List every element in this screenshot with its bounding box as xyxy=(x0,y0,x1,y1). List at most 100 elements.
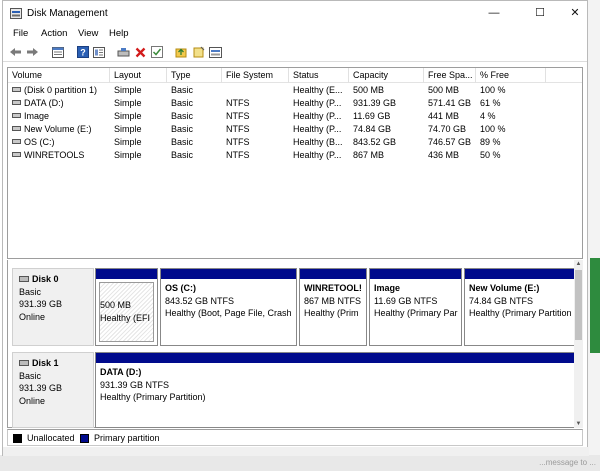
volume-icon xyxy=(12,139,21,144)
column-header-percent-free[interactable]: % Free xyxy=(476,68,546,83)
disk-icon xyxy=(19,360,29,366)
menu-action[interactable]: Action xyxy=(41,28,67,39)
disk-1-label[interactable]: Disk 1 Basic 931.39 GB Online xyxy=(12,352,94,428)
help-icon[interactable]: ? xyxy=(75,45,90,59)
close-button[interactable]: ✕ xyxy=(555,4,595,22)
volume-row[interactable]: Image Simple Basic NTFS Healthy (P... 11… xyxy=(8,110,582,123)
partition-bar xyxy=(300,269,366,279)
volume-row[interactable]: (Disk 0 partition 1) Simple Basic Health… xyxy=(8,84,582,97)
volume-status: Healthy (P... xyxy=(293,150,342,160)
volume-percent-free: 50 % xyxy=(480,150,501,160)
volume-free-space: 436 MB xyxy=(428,150,460,160)
volume-row[interactable]: DATA (D:) Simple Basic NTFS Healthy (P..… xyxy=(8,97,582,110)
disk-0-label[interactable]: Disk 0 Basic 931.39 GB Online xyxy=(12,268,94,346)
volume-status: Healthy (E... xyxy=(293,85,343,95)
volume-row[interactable]: New Volume (E:) Simple Basic NTFS Health… xyxy=(8,123,582,136)
volume-layout: Simple xyxy=(114,124,142,134)
volume-percent-free: 100 % xyxy=(480,124,506,134)
background-taskbar-area: ...message to ... xyxy=(0,455,600,471)
disk-size: 931.39 GB xyxy=(19,383,63,393)
partition-status: Healthy (Boot, Page File, Crash xyxy=(165,308,292,318)
volume-file-system: NTFS xyxy=(226,137,250,147)
status-bar xyxy=(3,447,589,456)
partition-new-volume-e[interactable]: New Volume (E:) 74.84 GB NTFS Healthy (P… xyxy=(464,268,577,346)
volume-file-system xyxy=(222,84,289,97)
volume-free-space: 441 MB xyxy=(428,111,460,121)
background-window xyxy=(588,0,600,471)
volume-capacity: 843.52 GB xyxy=(353,137,397,147)
volume-status: Healthy (P... xyxy=(293,111,342,121)
partition-os-c[interactable]: OS (C:) 843.52 GB NTFS Healthy (Boot, Pa… xyxy=(160,268,297,346)
column-header-type[interactable]: Type xyxy=(167,68,222,83)
disk-status: Online xyxy=(19,395,46,406)
column-header-free-space[interactable]: Free Spa... xyxy=(424,68,476,83)
column-header-capacity[interactable]: Capacity xyxy=(349,68,424,83)
volume-row[interactable]: WINRETOOLS Simple Basic NTFS Healthy (P.… xyxy=(8,149,582,162)
column-header-status[interactable]: Status xyxy=(289,68,349,83)
partition-size: 11.69 GB NTFS xyxy=(374,295,438,306)
menu-file[interactable]: File xyxy=(13,28,28,39)
menu-view[interactable]: View xyxy=(78,28,98,39)
delete-icon[interactable] xyxy=(133,45,148,59)
primary-partition-swatch-icon xyxy=(80,434,89,443)
partition-efi[interactable]: 500 MB Healthy (EFI xyxy=(95,268,158,346)
scroll-down-icon[interactable]: ▼ xyxy=(574,420,583,428)
column-header-volume[interactable]: Volume xyxy=(8,68,110,83)
partition-image[interactable]: Image 11.69 GB NTFS Healthy (Primary Par xyxy=(369,268,462,346)
disk-name: Disk 0 xyxy=(32,274,59,284)
volume-percent-free: 89 % xyxy=(480,137,501,147)
volume-type: Basic xyxy=(171,111,194,121)
volume-free-space: 746.57 GB xyxy=(428,137,472,147)
forward-arrow-icon[interactable] xyxy=(25,45,40,59)
volume-row[interactable]: OS (C:) Simple Basic NTFS Healthy (B... … xyxy=(8,136,582,149)
background-green-panel xyxy=(590,258,600,353)
minimize-button[interactable]: — xyxy=(474,4,514,22)
disk-size: 931.39 GB xyxy=(19,299,63,309)
check-icon[interactable] xyxy=(149,45,164,59)
disk-type: Basic xyxy=(19,286,42,297)
volume-layout: Simple xyxy=(114,150,142,160)
menu-help[interactable]: Help xyxy=(109,28,129,39)
up-folder-icon[interactable] xyxy=(173,45,188,59)
graphical-view-scrollbar[interactable]: ▲ ▼ xyxy=(574,260,583,428)
rescan-disks-icon[interactable] xyxy=(208,45,223,59)
partition-data-d[interactable]: DATA (D:) 931.39 GB NTFS Healthy (Primar… xyxy=(95,352,577,428)
partition-title: Image xyxy=(374,283,401,293)
volume-status: Healthy (P... xyxy=(293,124,342,134)
legend-bar: Unallocated Primary partition xyxy=(7,429,583,446)
connect-drive-icon[interactable] xyxy=(116,45,131,59)
partition-bar xyxy=(96,269,157,279)
details-view-icon[interactable] xyxy=(91,45,106,59)
partition-size: 867 MB NTFS xyxy=(304,295,362,306)
partition-size: 843.52 GB NTFS xyxy=(165,295,235,306)
scrollbar-thumb[interactable] xyxy=(575,270,582,340)
partition-winretools[interactable]: WINRETOOL! 867 MB NTFS Healthy (Prim xyxy=(299,268,367,346)
volume-icon xyxy=(12,126,21,131)
volume-capacity: 74.84 GB xyxy=(353,124,392,134)
scroll-up-icon[interactable]: ▲ xyxy=(574,260,583,268)
svg-text:?: ? xyxy=(80,48,86,58)
disk-type: Basic xyxy=(19,370,42,381)
properties-icon[interactable] xyxy=(50,45,65,59)
partition-title: WINRETOOL! xyxy=(304,283,362,293)
volume-layout: Simple xyxy=(114,98,142,108)
back-arrow-icon[interactable] xyxy=(8,45,23,59)
volume-type: Basic xyxy=(171,85,194,95)
volume-free-space: 74.70 GB xyxy=(428,124,467,134)
volume-layout: Simple xyxy=(114,111,142,121)
toolbar: ? xyxy=(3,43,587,62)
disk-icon xyxy=(19,276,29,282)
column-header-file-system[interactable]: File System xyxy=(222,68,289,83)
volume-type: Basic xyxy=(171,150,194,160)
column-header-layout[interactable]: Layout xyxy=(110,68,167,83)
title-bar: Disk Management — ☐ ✕ xyxy=(3,1,587,26)
new-item-icon[interactable] xyxy=(191,45,206,59)
disk-management-window: Disk Management — ☐ ✕ File Action View H… xyxy=(2,0,589,456)
maximize-button[interactable]: ☐ xyxy=(520,4,560,22)
legend-primary-partition: Primary partition xyxy=(94,433,160,443)
volume-status: Healthy (P... xyxy=(293,98,342,108)
volume-name: WINRETOOLS xyxy=(24,150,85,160)
volume-type: Basic xyxy=(171,137,194,147)
menu-bar: File Action View Help xyxy=(3,26,587,43)
partition-size: 931.39 GB NTFS xyxy=(100,379,170,390)
